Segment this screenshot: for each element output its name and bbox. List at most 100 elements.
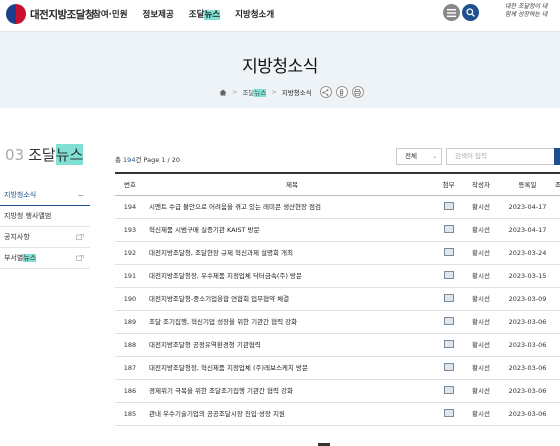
post-number: 187 — [123, 364, 137, 372]
lnb-item-notice[interactable]: 공지사항 — [0, 227, 90, 248]
table-row: 190 대전지방조달청-중소기업융합 연합회 업무협약 체결 황시선 2023-03-… — [115, 288, 560, 311]
lnb-item-label-pre: 부서별 — [4, 254, 24, 262]
home-icon[interactable] — [219, 89, 227, 96]
slogan-line-1: 대한 조달청이 대 — [505, 3, 548, 10]
post-author: 황시선 — [472, 410, 490, 418]
column-header-title: 제목 — [286, 181, 298, 189]
post-views — [555, 380, 560, 402]
chevron-down-icon: ⌄ — [431, 153, 437, 160]
lnb-item-regional-news[interactable]: 지방청소식 − — [0, 185, 90, 206]
external-link-icon — [76, 227, 84, 248]
gnb-item-news-pre: 조달 — [188, 10, 205, 20]
table-row: 193 혁신제품 시범구매 실증기관 KAIST 방문 황시선 2023-04-17 — [115, 219, 560, 242]
table-row: 187 대전지방조달청장, 혁신제품 지정업체 (주)레보스케치 방문 황시선 202… — [115, 357, 560, 380]
post-title-link[interactable]: 조달 조기집행, 혁신기업 성장을 위한 기관간 협력 강화 — [145, 311, 435, 333]
breadcrumb-item-news-pre: 조달 — [242, 89, 255, 97]
attachment-icon[interactable] — [443, 386, 454, 394]
attachment-cell — [435, 265, 462, 287]
attachment-cell — [435, 288, 462, 310]
left-nav: 지방청소식 − 지방청 행사앨범 공지사항 부서별뉴스 — [0, 185, 90, 269]
attachment-icon[interactable] — [443, 202, 454, 210]
gnb-item-procurement-news[interactable]: 조달뉴스 — [188, 8, 221, 20]
post-views — [555, 242, 560, 264]
slogan: 대한 조달청이 대 함께 성장하는 대 — [505, 3, 547, 19]
print-icon — [354, 88, 362, 96]
attachment-icon[interactable] — [443, 363, 454, 371]
lnb-item-label: 공지사항 — [4, 233, 30, 241]
post-number: 185 — [123, 410, 137, 418]
post-date: 2023-04-17 — [508, 226, 547, 234]
copy-link-button[interactable] — [335, 86, 348, 98]
column-header-author: 작성자 — [472, 181, 490, 189]
post-title-link[interactable]: 경제위기 극복을 위한 조달조기집행 기관간 협력 강화 — [145, 380, 435, 402]
post-title-link[interactable]: 대전지방조달청장, 혁신제품 지정업체 (주)레보스케치 방문 — [145, 357, 435, 379]
post-number: 192 — [123, 249, 137, 257]
logo-text: 대전지방조달청 — [30, 8, 95, 21]
attachment-cell — [435, 311, 462, 333]
attachment-icon[interactable] — [443, 409, 454, 417]
attachment-icon[interactable] — [443, 317, 454, 325]
table-body: 194 시멘트 수급 불안으로 어려움을 겪고 있는 레미콘 생산현장 점검 황시선… — [115, 196, 560, 426]
post-date: 2023-03-06 — [508, 410, 547, 418]
attachment-icon[interactable] — [443, 271, 454, 279]
lnb-item-dept-news[interactable]: 부서별뉴스 — [0, 248, 90, 269]
attachment-icon[interactable] — [443, 340, 454, 348]
post-title-link[interactable]: 대전지방조달청 공정유역환경청 기관협력 — [145, 334, 435, 356]
breadcrumb: > 조달뉴스 > 지방청소식 — [219, 86, 364, 98]
share-icon — [322, 88, 329, 96]
attachment-cell — [435, 242, 462, 264]
search-submit-button[interactable] — [554, 148, 560, 165]
lnb-item-label-hl: 뉴스 — [23, 254, 37, 262]
search-type-select[interactable]: 전체 ⌄ — [396, 148, 442, 165]
search-icon — [466, 8, 475, 17]
post-title-link[interactable]: 대전지방조달청, 조달현장 규제 혁신과제 설명회 개최 — [145, 242, 435, 264]
gnb-item-about[interactable]: 지방청소개 — [235, 8, 274, 20]
post-author: 황시선 — [472, 318, 490, 326]
page-total: / 20 — [165, 156, 181, 164]
post-number: 193 — [123, 226, 137, 234]
attachment-icon[interactable] — [443, 248, 454, 256]
minus-icon: − — [77, 191, 84, 200]
post-title-link[interactable]: 대전지방조달청-중소기업융합 연합회 업무협약 체결 — [145, 288, 435, 310]
gnb-item-information[interactable]: 정보제공 — [143, 8, 174, 20]
attachment-icon[interactable] — [443, 294, 454, 302]
post-date: 2023-03-06 — [508, 341, 547, 349]
post-views — [555, 311, 560, 333]
post-author: 황시선 — [472, 341, 490, 349]
attachment-icon[interactable] — [443, 225, 454, 233]
lnb-title-pre: 조달 — [28, 146, 56, 164]
gnb-item-participation[interactable]: 참여·민원 — [93, 8, 128, 20]
post-title-link[interactable]: 혁신제품 시범구매 실증기관 KAIST 방문 — [145, 219, 435, 241]
post-date: 2023-04-17 — [508, 203, 547, 211]
total-count: 194 — [123, 156, 136, 164]
post-views — [555, 288, 560, 310]
lnb-title-number: 03 — [5, 146, 25, 164]
column-header-views: 조 — [555, 181, 560, 189]
attachment-cell — [435, 196, 462, 218]
total-suffix: 건 Page — [135, 156, 162, 164]
government-emblem-icon — [6, 4, 26, 24]
post-count: 총 194건 Page 1 / 20 — [115, 154, 180, 164]
lnb-item-event-album[interactable]: 지방청 행사앨범 — [0, 206, 90, 227]
share-button[interactable] — [319, 86, 332, 98]
global-nav: 참여·민원 정보제공 조달뉴스 지방청소개 — [93, 8, 289, 20]
gnb-item-news-hl: 뉴스 — [204, 10, 221, 20]
table-row: 192 대전지방조달청, 조달현장 규제 혁신과제 설명회 개최 황시선 2023-0… — [115, 242, 560, 265]
lnb-title: 03 조달 뉴스 — [5, 144, 84, 165]
external-link-icon — [76, 248, 84, 269]
post-title-link[interactable]: 관내 우수기술기업의 공공조달시장 진입·성장 지원 — [145, 403, 435, 425]
search-input[interactable]: 검색어 입력 — [446, 148, 556, 165]
site-logo[interactable]: 대전지방조달청 — [6, 4, 95, 24]
post-title-link[interactable]: 시멘트 수급 불안으로 어려움을 겪고 있는 레미콘 생산현장 점검 — [145, 196, 435, 218]
header-search-button[interactable] — [462, 4, 479, 21]
all-menu-button[interactable] — [443, 4, 460, 21]
post-author: 황시선 — [472, 203, 490, 211]
post-title-link[interactable]: 대전지방조달청장, 우수제품 지정업체 닥터금속(주) 방문 — [145, 265, 435, 287]
post-views — [555, 357, 560, 379]
breadcrumb-item-news[interactable]: 조달뉴스 — [242, 87, 267, 97]
print-button[interactable] — [351, 86, 364, 98]
link-icon — [340, 88, 344, 96]
post-number: 188 — [123, 341, 137, 349]
post-number: 186 — [123, 387, 137, 395]
attachment-cell — [435, 357, 462, 379]
